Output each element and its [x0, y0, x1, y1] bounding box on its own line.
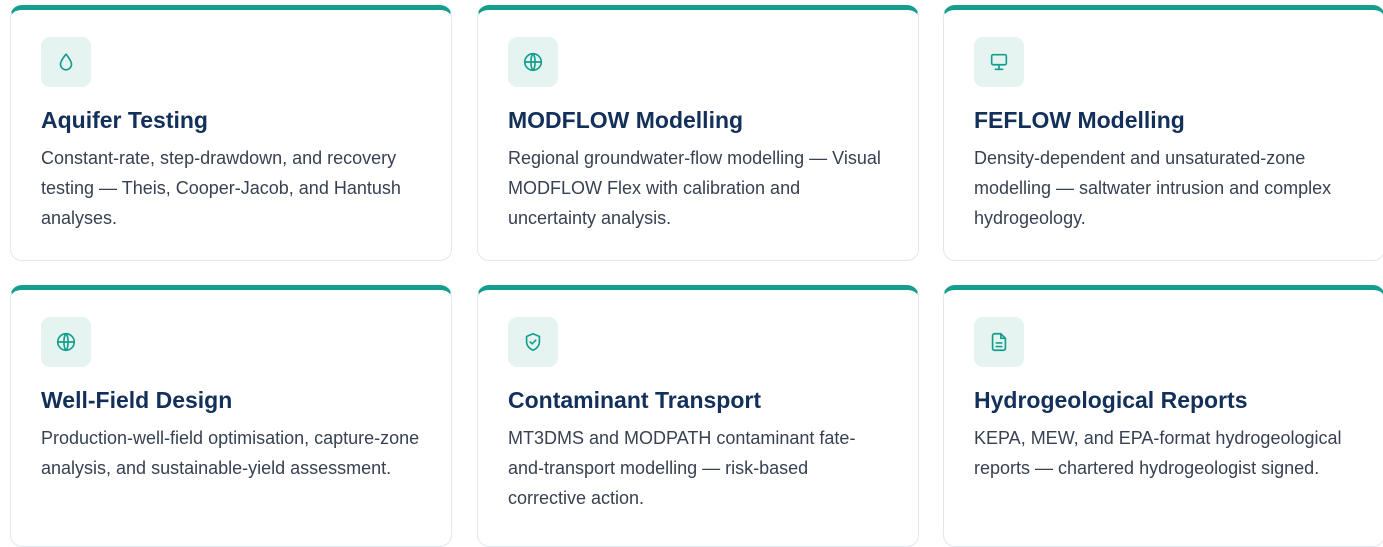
- card-title: Hydrogeological Reports: [974, 387, 1248, 413]
- card-title: FEFLOW Modelling: [974, 107, 1185, 133]
- card-description: Density-dependent and unsaturated-zone m…: [974, 148, 1332, 228]
- service-card-modflow-modelling[interactable]: MODFLOW Modelling Regional groundwater-f…: [477, 5, 919, 261]
- service-card-hydrogeological-reports[interactable]: Hydrogeological Reports KEPA, MEW, and E…: [943, 285, 1383, 547]
- card-title: Aquifer Testing: [41, 107, 208, 133]
- service-card-feflow-modelling[interactable]: FEFLOW Modelling Density-dependent and u…: [943, 5, 1383, 261]
- card-description: MT3DMS and MODPATH contaminant fate-and-…: [508, 428, 856, 508]
- file-text-icon: [974, 317, 1024, 367]
- card-description: Regional groundwater-flow modelling — Vi…: [508, 148, 881, 228]
- service-card-well-field-design[interactable]: Well-Field Design Production-well-field …: [10, 285, 452, 547]
- card-description: Constant-rate, step-drawdown, and recove…: [41, 148, 401, 228]
- globe-icon: [508, 37, 558, 87]
- globe-icon: [41, 317, 91, 367]
- card-description: Production-well-field optimisation, capt…: [41, 428, 420, 478]
- card-title: Contaminant Transport: [508, 387, 762, 413]
- card-title: Well-Field Design: [41, 387, 233, 413]
- shield-check-icon: [508, 317, 558, 367]
- service-card-aquifer-testing[interactable]: Aquifer Testing Constant-rate, step-draw…: [10, 5, 452, 261]
- service-card-contaminant-transport[interactable]: Contaminant Transport MT3DMS and MODPATH…: [477, 285, 919, 547]
- monitor-icon: [974, 37, 1024, 87]
- card-title: MODFLOW Modelling: [508, 107, 744, 133]
- card-description: KEPA, MEW, and EPA-format hydrogeologica…: [974, 428, 1342, 478]
- services-grid: Aquifer Testing Constant-rate, step-draw…: [0, 0, 1383, 547]
- droplet-icon: [41, 37, 91, 87]
